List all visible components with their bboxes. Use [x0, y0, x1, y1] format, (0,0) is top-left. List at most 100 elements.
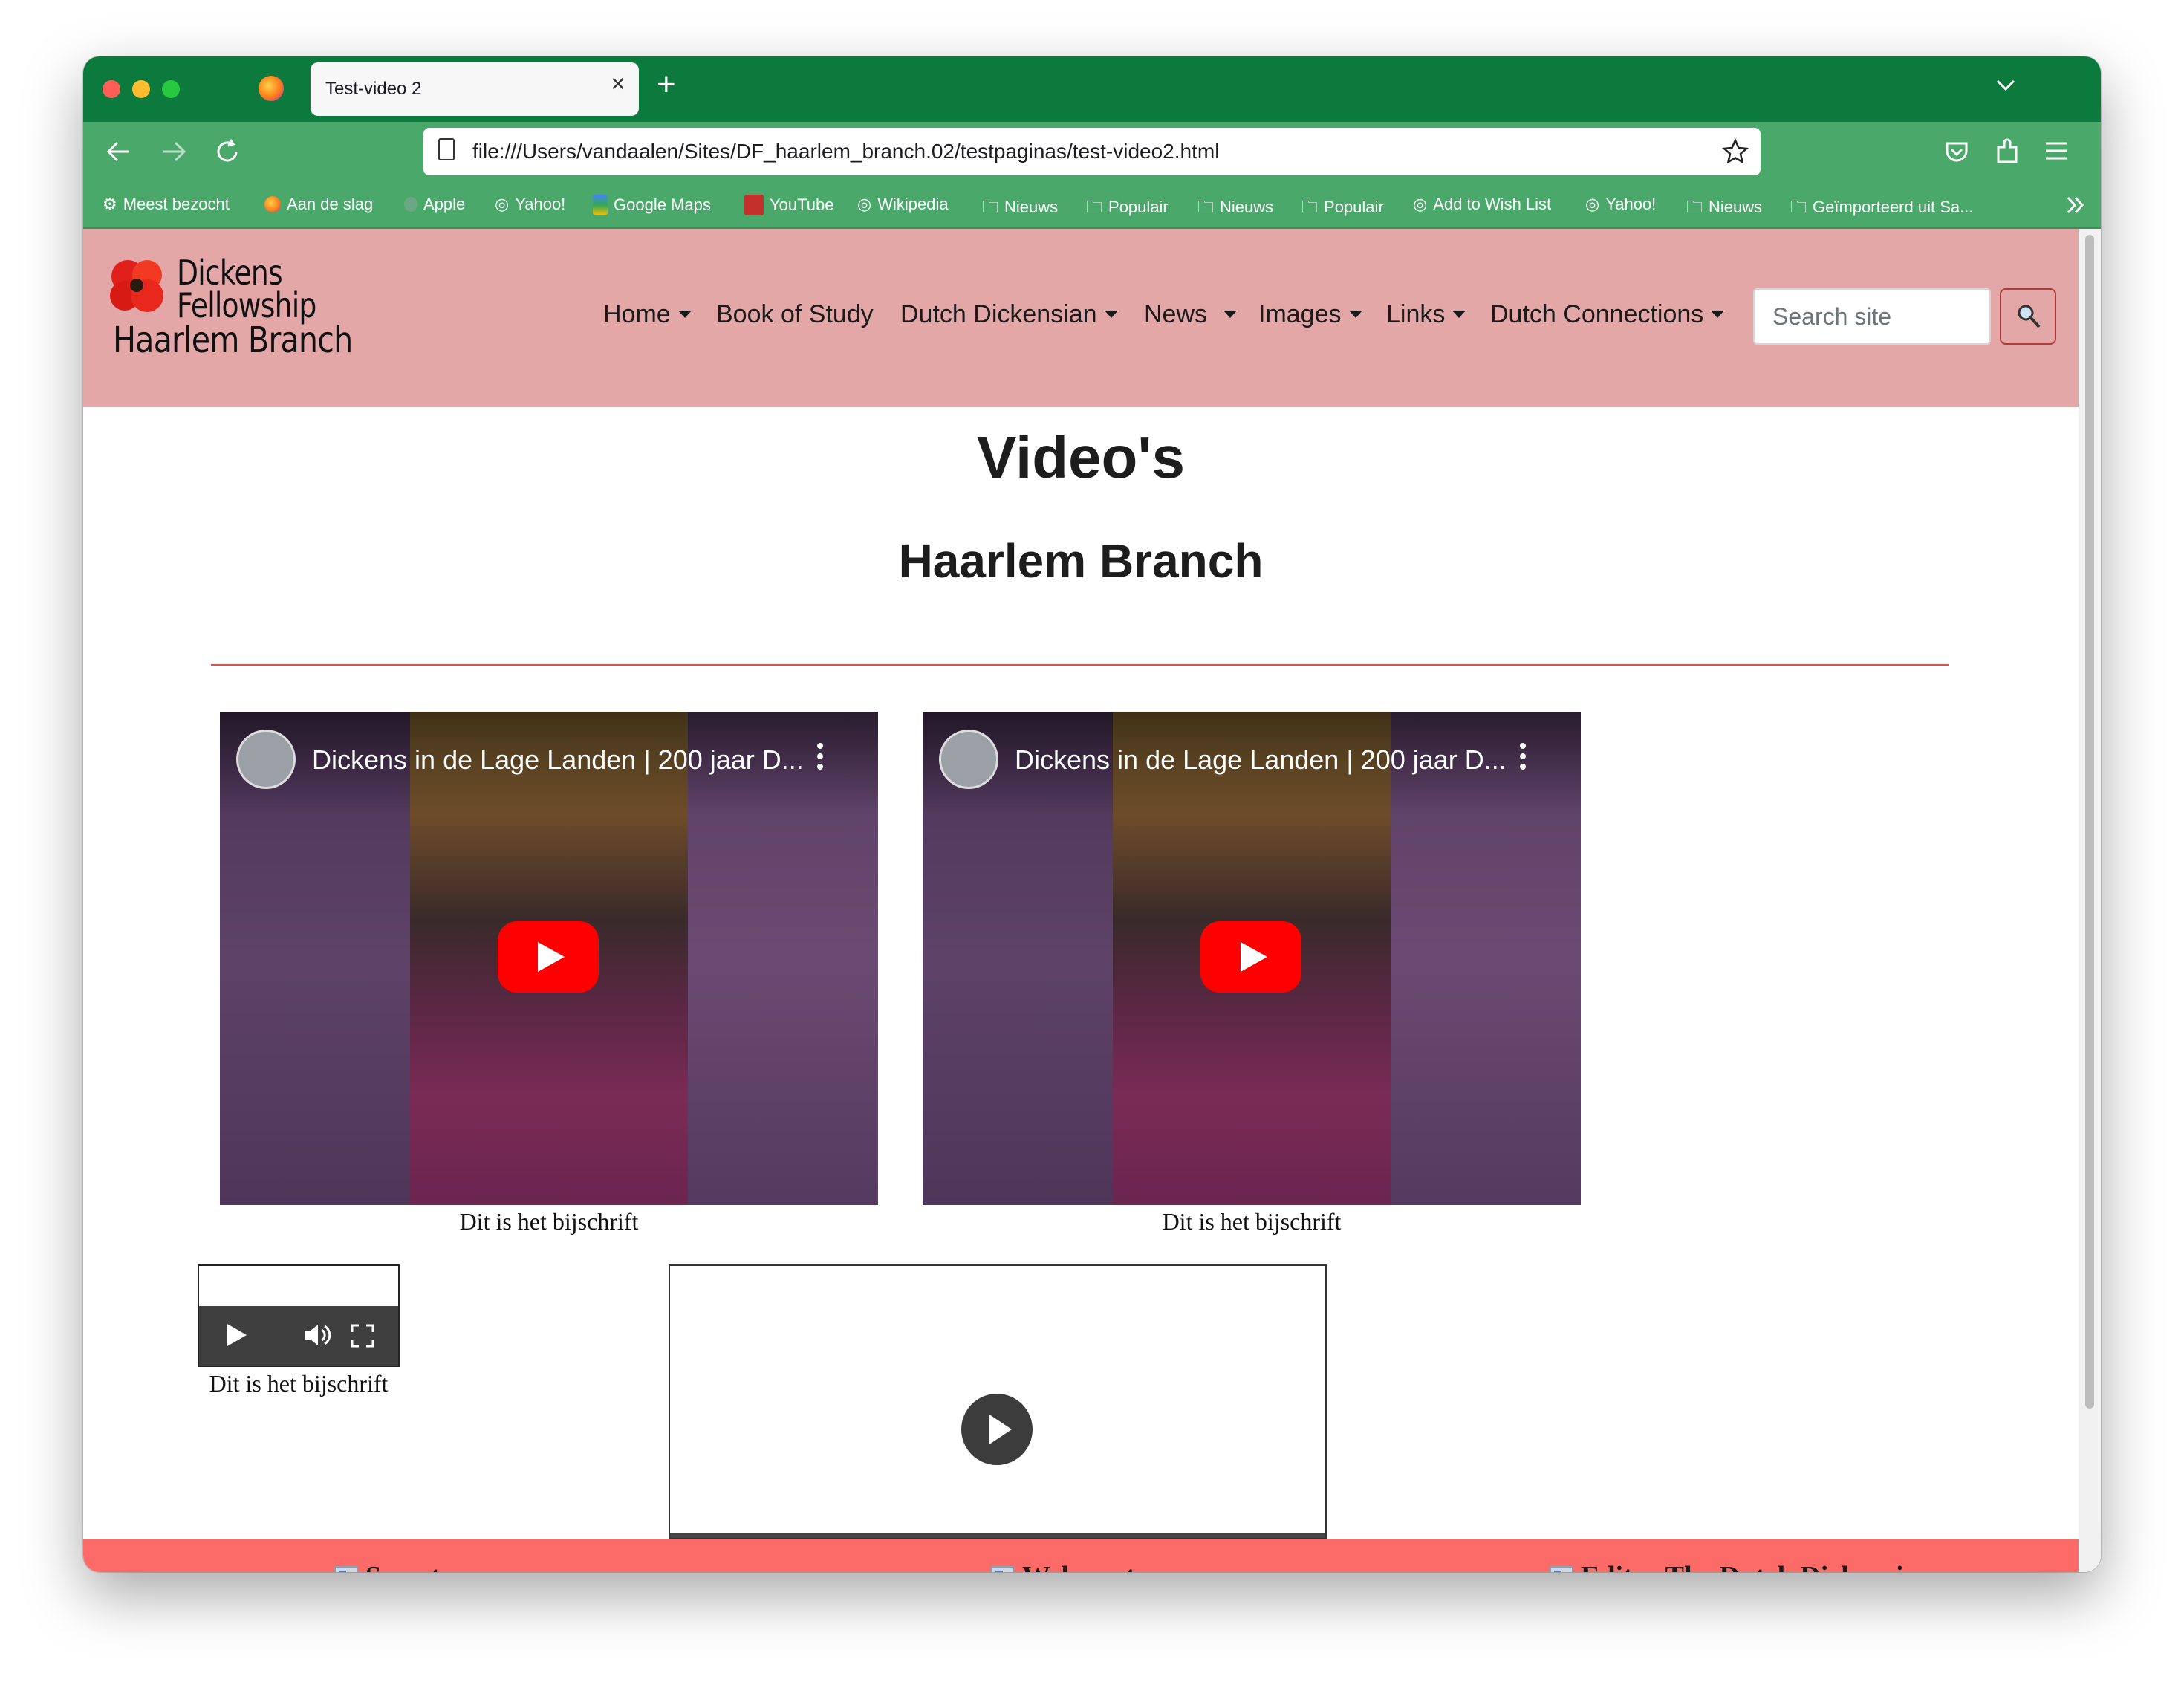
nav-label: Links: [1386, 300, 1446, 328]
tab-list-chevron-icon[interactable]: [1995, 79, 2016, 92]
video-play-button[interactable]: [961, 1394, 1033, 1465]
video-title[interactable]: Dickens in de Lage Landen | 200 jaar D..…: [312, 744, 804, 776]
firefox-icon[interactable]: [259, 76, 284, 101]
bookmark-item[interactable]: YouTube: [744, 195, 833, 215]
bookmark-item[interactable]: ◎ Yahoo!: [495, 195, 565, 214]
html5-video-player[interactable]: [669, 1264, 1327, 1539]
caret-down-icon: [1348, 311, 1362, 318]
gear-icon: ⚙: [103, 195, 117, 213]
folder-icon: 🗀: [1086, 198, 1103, 216]
page-subtitle: Haarlem Branch: [898, 534, 1264, 588]
bookmark-item[interactable]: ◎ Yahoo!: [1585, 195, 1656, 214]
bookmark-label: Meest bezocht: [123, 195, 230, 213]
bookmark-label: Nieuws: [1220, 198, 1274, 216]
caret-down-icon: [1104, 311, 1118, 318]
bookmark-item[interactable]: 🗀 Nieuws: [1197, 195, 1273, 223]
nav-home[interactable]: Home: [603, 300, 692, 329]
bookmark-item[interactable]: Google Maps: [593, 195, 711, 215]
page-viewport: Dickens Fellowship Haarlem Branch Home B…: [83, 229, 2101, 1572]
youtube-icon: [744, 195, 764, 215]
footer-link-label: Webmaster: [1022, 1561, 1160, 1572]
bookmark-label: Google Maps: [614, 195, 711, 214]
nav-label: Dutch Connections: [1490, 300, 1704, 328]
bookmark-item[interactable]: 🗀 Geïmporteerd uit Sa...: [1790, 195, 1973, 223]
youtube-embed[interactable]: Dickens in de Lage Landen | 200 jaar D..…: [220, 712, 878, 1205]
menu-hamburger-icon[interactable]: [2044, 140, 2068, 162]
nav-dutch-dickensian[interactable]: Dutch Dickensian: [900, 300, 1118, 329]
play-icon: [1241, 942, 1267, 972]
scrollbar-track[interactable]: [2079, 229, 2101, 1572]
nav-dutch-connections[interactable]: Dutch Connections: [1490, 300, 1725, 329]
globe-icon: ◎: [495, 195, 510, 213]
nav-book-of-study[interactable]: Book of Study: [716, 300, 874, 329]
bookmarks-overflow-chevron-icon[interactable]: [2065, 195, 2086, 215]
bookmark-star-icon[interactable]: [1722, 138, 1749, 165]
channel-avatar[interactable]: [939, 730, 998, 789]
search-button[interactable]: [2000, 288, 2056, 345]
site-footer: Secretary Webmaster Editor The Dutch Dic…: [83, 1539, 2079, 1572]
tab-close-icon[interactable]: ×: [611, 71, 625, 97]
bookmarks-bar: ⚙ Meest bezocht Aan de slag Apple ◎ Yahoo!…: [83, 183, 2101, 229]
bookmark-label: Yahoo!: [515, 195, 566, 213]
youtube-play-button[interactable]: [498, 921, 599, 993]
footer-link-secretary[interactable]: Secretary: [334, 1560, 481, 1572]
divider: [211, 664, 1949, 666]
poppy-logo-icon[interactable]: [105, 254, 168, 316]
youtube-play-button[interactable]: [1200, 921, 1301, 993]
new-tab-button[interactable]: +: [657, 68, 676, 101]
nav-images[interactable]: Images: [1258, 300, 1362, 329]
fullscreen-icon[interactable]: [351, 1324, 374, 1348]
caret-down-icon: [1711, 311, 1725, 318]
scrollbar-thumb[interactable]: [2085, 235, 2094, 1409]
back-arrow-icon[interactable]: [105, 138, 132, 165]
video-title[interactable]: Dickens in de Lage Landen | 200 jaar D..…: [1015, 744, 1507, 776]
search-input[interactable]: Search site: [1753, 288, 1991, 345]
nav-links[interactable]: Links: [1386, 300, 1466, 329]
bookmark-item[interactable]: Aan de slag: [264, 195, 373, 214]
bookmark-label: Wikipedia: [877, 195, 949, 213]
channel-avatar[interactable]: [236, 730, 296, 789]
bookmark-item[interactable]: 🗀 Nieuws: [982, 195, 1058, 223]
reload-icon[interactable]: [214, 138, 241, 165]
minimize-window-button[interactable]: [132, 80, 150, 98]
page-title: Video's: [977, 424, 1185, 490]
bookmark-item[interactable]: ◎ Add to Wish List: [1413, 195, 1551, 214]
site-header: Dickens Fellowship Haarlem Branch Home B…: [83, 229, 2079, 407]
nav-label: Images: [1258, 300, 1342, 328]
volume-icon[interactable]: [303, 1322, 331, 1348]
bookmark-label: Aan de slag: [287, 195, 374, 213]
video-caption: Dit is het bijschrift: [1162, 1208, 1342, 1235]
extensions-icon[interactable]: [1994, 137, 2021, 166]
bookmark-item[interactable]: 🗀 Nieuws: [1686, 195, 1762, 223]
mail-icon: [1550, 1566, 1573, 1572]
more-options-icon[interactable]: [817, 741, 823, 771]
caret-down-icon: [677, 311, 692, 318]
bookmark-item[interactable]: ⚙ Meest bezocht: [103, 195, 230, 214]
url-text[interactable]: file:///Users/vandaalen/Sites/DF_haarlem…: [472, 140, 1219, 163]
bookmark-item[interactable]: Apple: [404, 195, 465, 214]
youtube-embed[interactable]: Dickens in de Lage Landen | 200 jaar D..…: [923, 712, 1581, 1205]
bookmark-item[interactable]: 🗀 Populair: [1086, 195, 1169, 223]
zoom-window-button[interactable]: [162, 80, 180, 98]
bookmark-item[interactable]: ◎ Wikipedia: [857, 195, 949, 214]
folder-icon: 🗀: [1301, 198, 1319, 216]
bookmark-item[interactable]: 🗀 Populair: [1301, 195, 1384, 223]
pocket-icon[interactable]: [1943, 138, 1970, 165]
footer-link-webmaster[interactable]: Webmaster: [991, 1560, 1160, 1572]
audio-player[interactable]: [198, 1264, 400, 1367]
nav-news[interactable]: News: [1144, 300, 1238, 329]
folder-icon: 🗀: [1197, 198, 1215, 216]
caret-down-icon: [1223, 311, 1238, 318]
video-progress-bar[interactable]: [670, 1533, 1325, 1538]
close-window-button[interactable]: [103, 80, 120, 98]
footer-link-editor[interactable]: Editor The Dutch Dickensian: [1550, 1560, 1934, 1572]
url-bar[interactable]: file:///Users/vandaalen/Sites/DF_haarlem…: [423, 128, 1761, 175]
footer-link-label: Editor The Dutch Dickensian: [1581, 1561, 1934, 1572]
play-icon[interactable]: [226, 1322, 248, 1348]
more-options-icon[interactable]: [1520, 741, 1526, 771]
bookmark-label: Nieuws: [1709, 198, 1763, 216]
browser-window: Test-video 2 × + file:///Users/vandaalen…: [83, 56, 2101, 1572]
tab-active[interactable]: Test-video 2 ×: [311, 62, 639, 116]
forward-arrow-icon[interactable]: [160, 138, 187, 165]
caret-down-icon: [1452, 311, 1466, 318]
